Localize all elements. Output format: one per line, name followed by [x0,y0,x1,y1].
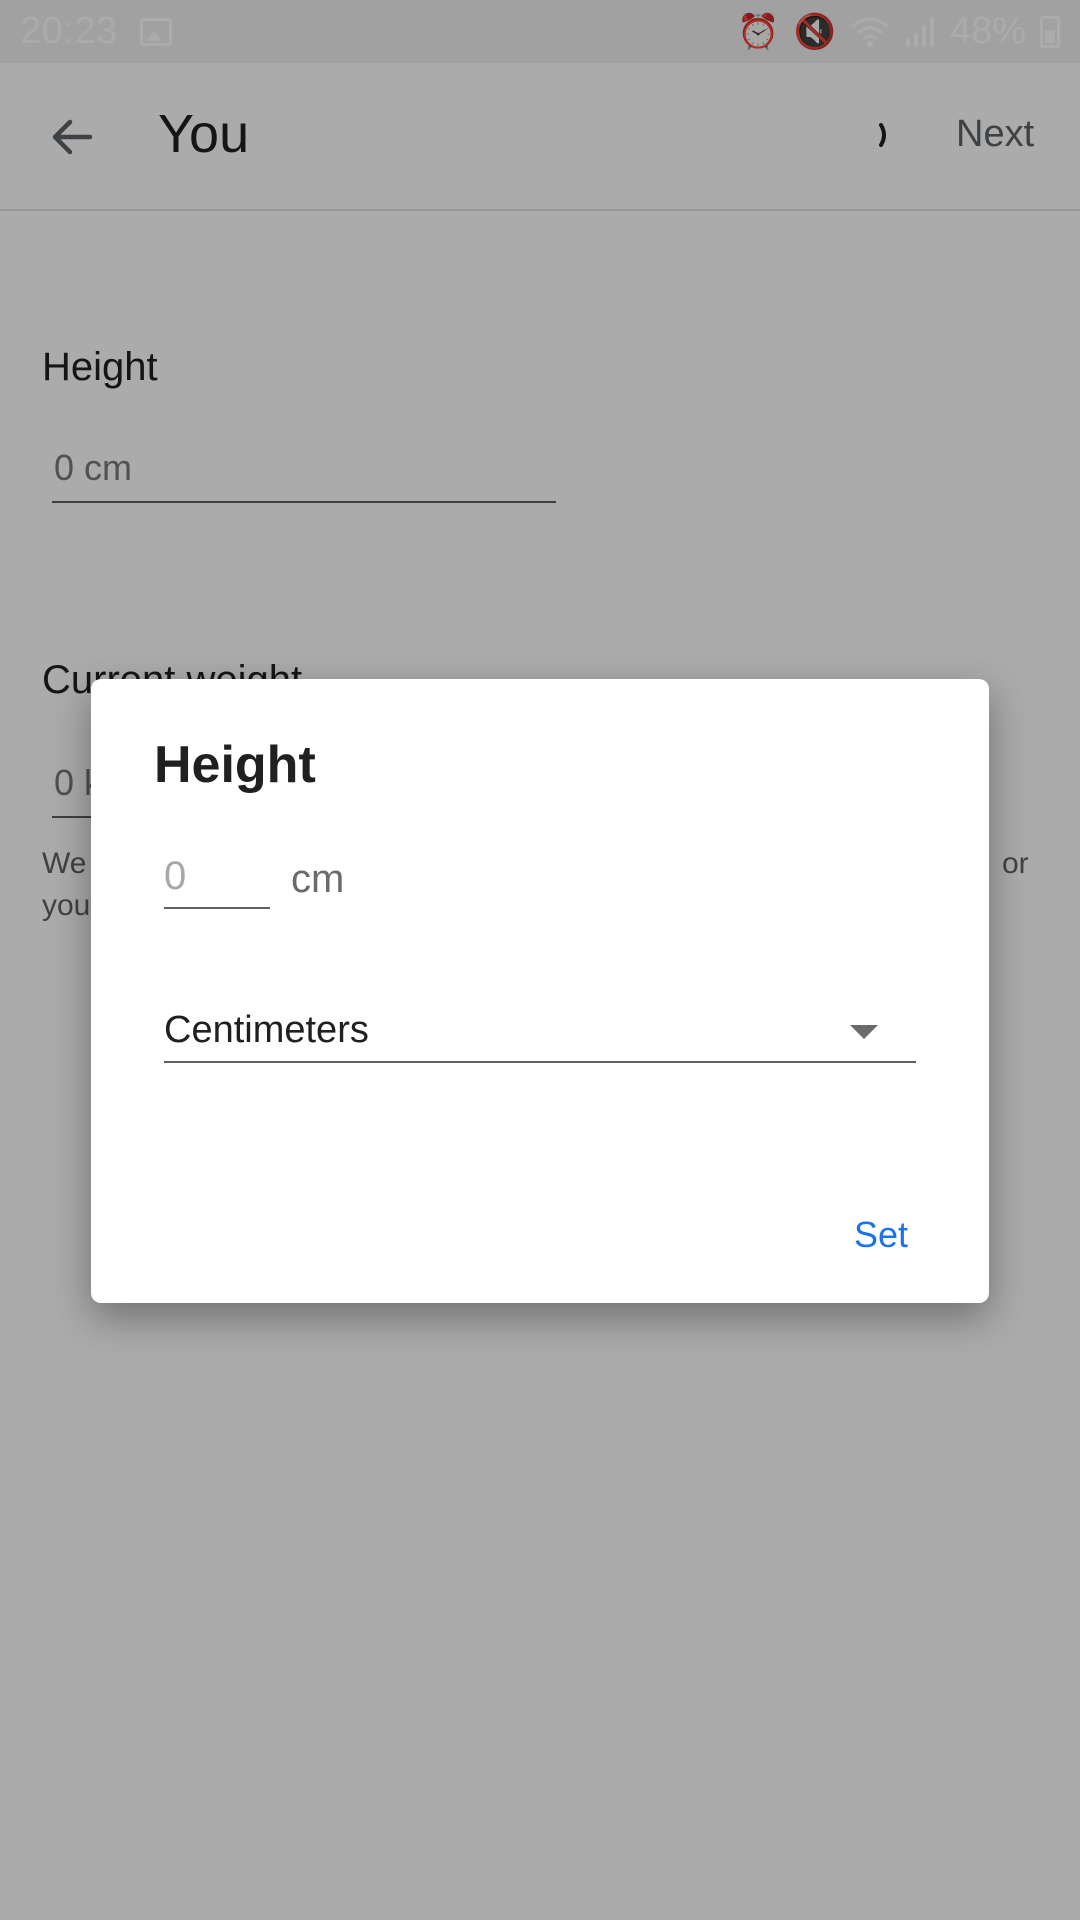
unit-dropdown-value: Centimeters [164,1009,369,1051]
height-dialog: Height cm Centimeters Set [91,679,989,1303]
unit-label: cm [291,857,345,901]
dialog-title: Height [154,736,316,794]
set-button[interactable]: Set [854,1214,908,1256]
dropdown-arrow-icon [850,1025,878,1039]
screen: 20:23 ⏰ 🔇 48% You Next Height 0 cm 0 kg … [0,0,1080,1920]
unit-dropdown[interactable]: Centimeters [164,1009,916,1063]
height-input[interactable] [164,851,270,909]
